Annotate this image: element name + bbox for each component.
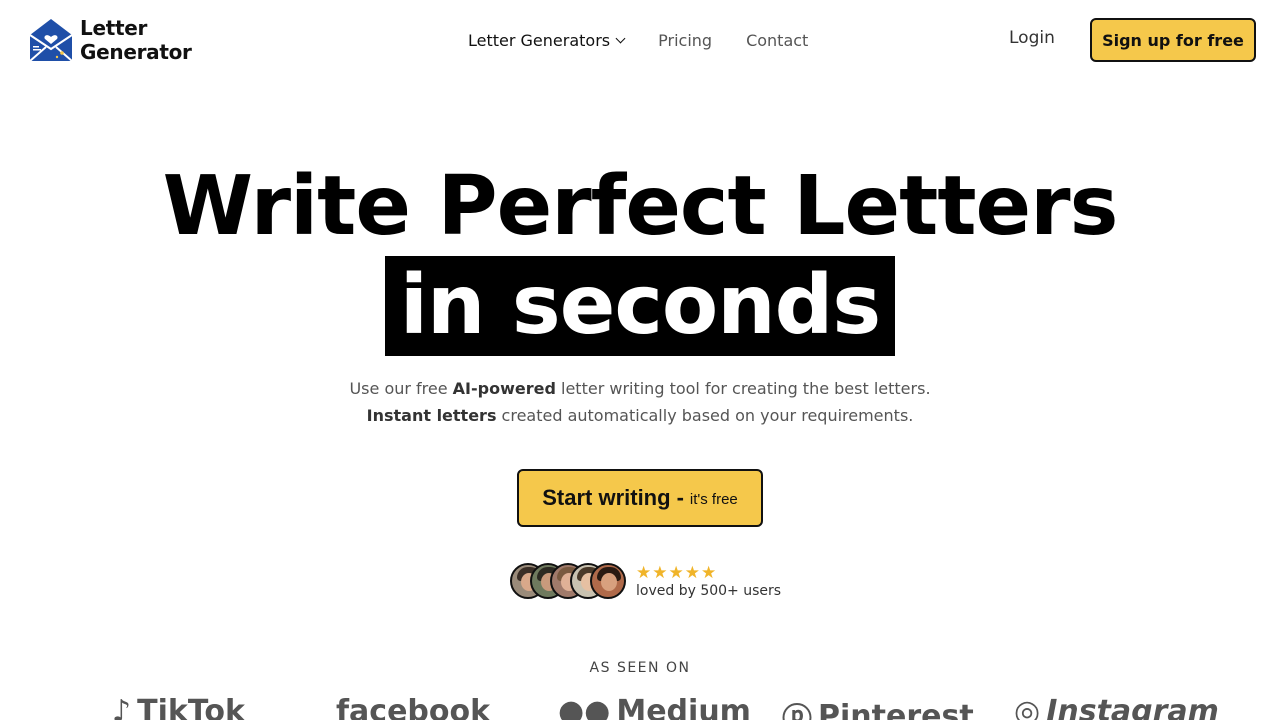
star-icon: ★ [652,562,668,583]
hero-highlight-box: in seconds [385,256,895,356]
login-link[interactable]: Login [1009,28,1055,48]
subtitle-1-post: letter writing tool for creating the bes… [555,379,931,398]
hero-title: Write Perfect Letters [162,159,1119,254]
subtitle-line-2: Instant letters created automatically ba… [0,402,1280,429]
brand-logos: ♪ TikTok facebook ●● Medium ⓟ Pinterest … [0,694,1280,720]
tiktok-logo: ♪ TikTok [112,694,245,720]
nav-contact[interactable]: Contact [746,31,808,50]
nav-letter-generators-label: Letter Generators [468,30,611,50]
rating-block: ★ ★ ★ ★ ★ loved by 500+ users [636,564,781,599]
star-icon: ★ [636,562,652,583]
logo-line-1: Letter [80,16,148,40]
subtitle-1-pre: Use our free [349,379,453,398]
star-icon: ★ [701,562,717,583]
avatar [590,563,626,599]
facebook-label: facebook [336,694,491,720]
social-proof: ★ ★ ★ ★ ★ loved by 500+ users [510,562,781,600]
star-icon: ★ [668,562,684,583]
cta-dash: - [676,485,684,510]
tiktok-icon: ♪ [112,694,132,720]
tiktok-label: TikTok [137,694,245,720]
medium-label: Medium [616,694,751,720]
user-avatars [510,563,626,599]
cta-main-label: Start writing [542,485,671,510]
instagram-label: Instagram [1046,694,1219,720]
instagram-logo: ◎ Instagram [1014,694,1219,720]
logo[interactable]: Letter Generator [28,16,192,64]
site-header: Letter Generator Letter Generators Prici… [0,0,1280,80]
star-rating: ★ ★ ★ ★ ★ [636,564,781,582]
pinterest-logo: ⓟ Pinterest [782,694,974,720]
pinterest-icon: ⓟ [782,702,812,720]
nav-pricing[interactable]: Pricing [658,31,712,50]
subtitle-1-bold: AI-powered [452,379,556,398]
cta-sub-label: it's free [689,491,738,508]
medium-logo: ●● Medium [558,694,751,720]
facebook-logo: facebook [336,694,490,720]
star-icon: ★ [684,562,700,583]
subtitle-line-1: Use our free AI-powered letter writing t… [0,375,1280,402]
subtitle-2-bold: Instant letters [366,406,497,425]
main-nav: Letter Generators Pricing Contact [468,28,842,52]
signup-button[interactable]: Sign up for free [1090,18,1256,62]
chevron-down-icon [615,33,626,43]
envelope-heart-icon [29,19,73,62]
hero-subtitle: Use our free AI-powered letter writing t… [0,375,1280,429]
pinterest-label: Pinterest [818,698,974,720]
instagram-icon: ◎ [1014,694,1041,720]
medium-icon: ●● [558,694,611,720]
nav-letter-generators[interactable]: Letter Generators [468,30,626,50]
start-writing-button[interactable]: Start writing - it's free [517,469,763,527]
as-seen-on-label: AS SEEN ON [589,660,691,676]
logo-line-2: Generator [80,40,192,64]
loved-by-text: loved by 500+ users [636,582,782,599]
hero-highlight: in seconds [399,258,881,353]
logo-text: Letter Generator [80,16,192,64]
subtitle-2-post: created automatically based on your requ… [496,406,914,425]
